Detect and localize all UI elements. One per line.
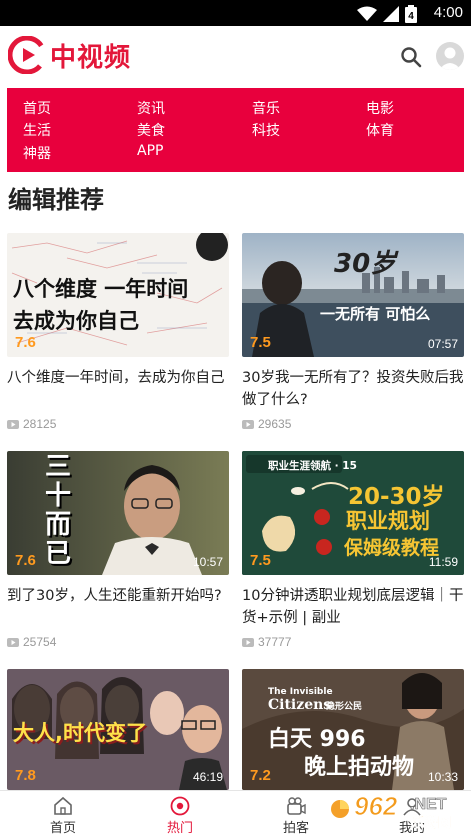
brand-name: 中视频 — [50, 42, 132, 73]
thumbnail-caption: 而 — [45, 510, 72, 540]
category-life[interactable]: 生活 — [23, 120, 51, 140]
site-watermark: 962 .NET 乐游网 — [330, 785, 470, 837]
rating-score: 7.5 — [250, 334, 271, 351]
thumbnail-caption: 一无所有 可怕么 — [320, 305, 431, 323]
clock: 4:00 — [433, 4, 463, 21]
view-count-value: 28125 — [23, 417, 57, 431]
rating-score: 7.6 — [15, 552, 36, 569]
watermark-logo: 962 .NET 乐游网 — [331, 791, 451, 831]
app-header: 中视频 — [0, 26, 471, 86]
watermark-sub: 乐游网 — [412, 815, 451, 831]
category-sports[interactable]: 体育 — [366, 120, 394, 140]
video-thumbnail[interactable]: 职业生涯领航 · 15 20-30岁 职业规划 保姆级教程 7.5 11:59 — [242, 451, 464, 575]
video-title[interactable]: 30岁我一无所有了？投资失败后我做了什么? — [242, 367, 464, 411]
video-duration: 10:57 — [192, 555, 223, 569]
thumbnail-caption: 十 — [45, 481, 72, 511]
video-duration: 10:33 — [427, 770, 458, 784]
nav-label: 热门 — [166, 821, 193, 836]
video-thumbnail[interactable]: 八个维度 一年时间 去成为你自己 7.6 — [7, 233, 229, 357]
user-icon — [439, 47, 461, 70]
thumbnail-caption: 八个维度 一年时间 — [13, 277, 189, 301]
thumbnail-caption: Citizens — [268, 697, 332, 713]
avatar[interactable] — [436, 42, 464, 70]
view-count: 28125 — [7, 417, 229, 431]
thumbnail-caption: 去成为你自己 — [13, 309, 139, 333]
thumbnail-caption: The Invisible — [268, 687, 333, 697]
video-card[interactable]: 三 十 而 已 7.6 10:57 到了30岁，人生还能重新开始吗? 25754 — [7, 451, 229, 649]
category-home[interactable]: 首页 — [23, 98, 51, 118]
battery-level: 4 — [408, 11, 414, 22]
watermark-number: 962 — [354, 791, 398, 821]
battery-icon: 4 — [405, 5, 417, 23]
status-bar: 4 4:00 — [0, 0, 471, 26]
video-card[interactable]: 大人,时代变了 7.8 46:19 — [7, 669, 229, 790]
thumbnail-caption: 职业规划 — [346, 509, 430, 533]
rating-score: 7.6 — [15, 334, 36, 351]
video-title[interactable]: 10分钟讲透职业规划底层逻辑｜干货+示例 | 副业 — [242, 585, 464, 629]
video-card[interactable]: 职业生涯领航 · 15 20-30岁 职业规划 保姆级教程 7.5 11:59 … — [242, 451, 464, 649]
search-icon[interactable] — [400, 46, 422, 68]
video-duration: 07:57 — [427, 337, 458, 351]
view-count-value: 25754 — [23, 635, 57, 649]
category-bar: 首页 资讯 音乐 电影 生活 美食 科技 体育 神器 APP — [7, 88, 464, 172]
video-duration: 46:19 — [192, 770, 223, 784]
category-food[interactable]: 美食 — [137, 120, 165, 140]
category-tools[interactable]: 神器 — [23, 143, 51, 163]
video-card[interactable]: 八个维度 一年时间 去成为你自己 7.6 八个维度一年时间，去成为你自己 281… — [7, 233, 229, 431]
category-app[interactable]: APP — [137, 143, 163, 159]
thumbnail-caption: 保姆级教程 — [344, 537, 440, 559]
rating-score: 7.8 — [15, 767, 36, 784]
view-count-value: 37777 — [258, 635, 292, 649]
video-thumbnail[interactable]: 30岁 一无所有 可怕么 7.5 07:57 — [242, 233, 464, 357]
play-count-icon — [7, 637, 19, 647]
hot-icon — [170, 796, 190, 816]
view-count: 37777 — [242, 635, 464, 649]
video-thumbnail[interactable]: 大人,时代变了 7.8 46:19 — [7, 669, 229, 790]
nav-label: 拍客 — [282, 821, 309, 836]
video-card[interactable]: The Invisible Citizens 隐形公民 白天 996 晚上拍动物… — [242, 669, 464, 790]
thumbnail-caption: 30岁 — [334, 249, 397, 279]
logo-icon — [8, 36, 46, 74]
watermark-suffix: .NET — [410, 796, 447, 813]
video-thumbnail[interactable]: 三 十 而 已 7.6 10:57 — [7, 451, 229, 575]
play-count-icon — [242, 637, 254, 647]
category-tech[interactable]: 科技 — [252, 120, 280, 140]
app-logo[interactable]: 中视频 — [8, 36, 131, 74]
view-count-value: 29635 — [258, 417, 292, 431]
thumbnail-caption: 隐形公民 — [326, 702, 363, 712]
thumbnail-caption: 三 — [45, 452, 72, 482]
nav-hot[interactable]: 热门 — [150, 793, 210, 836]
video-title[interactable]: 八个维度一年时间，去成为你自己 — [7, 367, 229, 411]
camera-icon — [287, 797, 306, 815]
thumbnail-caption: 大人,时代变了 — [13, 721, 147, 745]
thumbnail-caption: 已 — [45, 539, 72, 569]
section-title: 编辑推荐 — [8, 186, 104, 214]
video-duration: 11:59 — [428, 555, 458, 569]
thumbnail-caption: 晚上拍动物 — [304, 755, 415, 780]
play-count-icon — [7, 419, 19, 429]
category-movie[interactable]: 电影 — [366, 98, 394, 118]
play-count-icon — [242, 419, 254, 429]
home-icon — [54, 796, 72, 815]
view-count: 25754 — [7, 635, 229, 649]
video-card[interactable]: 30岁 一无所有 可怕么 7.5 07:57 30岁我一无所有了？投资失败后我做… — [242, 233, 464, 431]
nav-home[interactable]: 首页 — [33, 793, 93, 836]
nav-label: 首页 — [49, 821, 76, 836]
video-title[interactable]: 到了30岁，人生还能重新开始吗? — [7, 585, 229, 629]
nav-camera[interactable]: 拍客 — [266, 793, 326, 836]
view-count: 29635 — [242, 417, 464, 431]
rating-score: 7.5 — [250, 552, 271, 569]
category-news[interactable]: 资讯 — [137, 98, 165, 118]
signal-icon — [383, 6, 399, 22]
category-music[interactable]: 音乐 — [252, 98, 280, 118]
thumbnail-caption: 职业生涯领航 · 15 — [268, 460, 357, 472]
rating-score: 7.2 — [250, 767, 271, 784]
video-thumbnail[interactable]: The Invisible Citizens 隐形公民 白天 996 晚上拍动物… — [242, 669, 464, 790]
wifi-icon — [357, 6, 377, 21]
